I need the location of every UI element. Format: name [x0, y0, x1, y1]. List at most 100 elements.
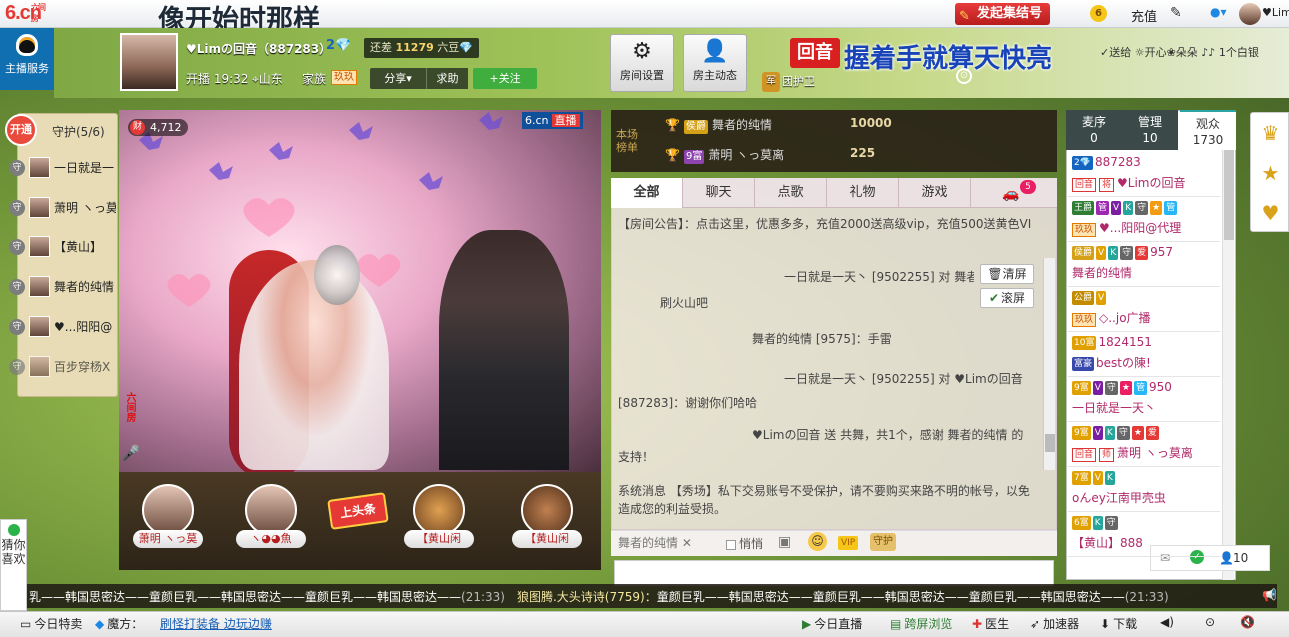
- open-guard-button[interactable]: 开通: [5, 114, 37, 146]
- coin-level-icon[interactable]: 6: [1090, 5, 1107, 22]
- image-icon[interactable]: ▣: [778, 534, 791, 550]
- audience-row[interactable]: 9富 V K 守 ★ 爱: [1072, 425, 1232, 440]
- rank-row[interactable]: 🏆 侯爵 舞者的纯情 10000: [665, 116, 892, 134]
- rank-row[interactable]: 🏆 9富 萧明 ヽっ莫离 225: [665, 146, 875, 164]
- whisper-checkbox[interactable]: 悄悄: [726, 535, 763, 552]
- tab-admins[interactable]: 管理 10: [1122, 110, 1178, 150]
- chat-message: ♥Limの回音 送 共舞，共1个，感谢 舞者的纯情 的: [752, 428, 1024, 442]
- star-icon[interactable]: ★: [1251, 153, 1289, 193]
- tab-all[interactable]: 全部: [611, 178, 683, 208]
- speaker-icon[interactable]: 📢: [1262, 588, 1277, 602]
- sound-icon[interactable]: ◀): [1160, 615, 1174, 629]
- tab-audience[interactable]: 观众 1730: [1180, 110, 1236, 150]
- host-name[interactable]: ♥Limの回音（887283）: [186, 40, 331, 57]
- close-icon[interactable]: ✕: [682, 536, 692, 550]
- audience-row[interactable]: 6富 K 守: [1072, 515, 1232, 530]
- follow-button[interactable]: +关注: [473, 68, 537, 89]
- tab-mic-order[interactable]: 麦序 0: [1066, 110, 1122, 150]
- audience-row[interactable]: 玖玖 ◇..jo广播: [1072, 309, 1232, 327]
- car-icon[interactable]: 🚗: [1002, 186, 1019, 202]
- edit-icon[interactable]: ✎: [1170, 5, 1182, 21]
- user-name[interactable]: ♥Lim: [1262, 6, 1289, 19]
- tab-chat[interactable]: 聊天: [683, 178, 755, 208]
- heart-icon[interactable]: ♥: [1251, 193, 1289, 233]
- audience-row[interactable]: oんey江南甲壳虫: [1072, 489, 1232, 506]
- zoom-icon[interactable]: ⊙: [1205, 615, 1215, 629]
- today-special-link[interactable]: ▭ 今日特卖: [20, 615, 82, 632]
- auto-scroll-button[interactable]: ✔ 滚屏: [980, 288, 1034, 308]
- crown-icon[interactable]: ♛: [1251, 113, 1289, 153]
- audience-row[interactable]: 【黄山】888: [1072, 534, 1232, 551]
- side-tools: ♛ ★ ♥: [1250, 112, 1289, 232]
- audience-row[interactable]: 侯爵 V K 守爱 957: [1072, 245, 1232, 260]
- audience-row[interactable]: 一日就是一天丶: [1072, 399, 1232, 416]
- site-logo[interactable]: 6.cn 六间房: [5, 2, 51, 26]
- bag-icon: ▭: [20, 617, 32, 631]
- recharge-link[interactable]: 充值: [1131, 6, 1157, 25]
- mic-slot[interactable]: 【黄山闲: [512, 484, 582, 556]
- people-icon[interactable]: 👤: [1219, 551, 1234, 565]
- audience-row[interactable]: 7富 V K: [1072, 470, 1232, 485]
- ok-icon[interactable]: ✓: [1190, 550, 1204, 564]
- today-live-link[interactable]: ▶ 今日直播: [802, 615, 862, 632]
- audience-row[interactable]: 2💎 887283: [1072, 155, 1232, 170]
- mic-slot[interactable]: ヽ◕◕魚: [236, 484, 306, 556]
- audience-row[interactable]: 公爵 V: [1072, 290, 1232, 305]
- accelerator-link[interactable]: ➶ 加速器: [1030, 615, 1079, 632]
- download-link[interactable]: ⬇ 下载: [1100, 615, 1137, 632]
- guard-item[interactable]: 守百步穿杨X: [9, 355, 117, 379]
- mic-slot[interactable]: 【黄山闲: [404, 484, 474, 556]
- magic-link[interactable]: 刷怪打装备 边玩边赚: [160, 615, 272, 632]
- guard-item[interactable]: 守 ♥...阳阳@: [9, 315, 117, 339]
- lock-icon[interactable]: ⊙: [956, 68, 972, 84]
- audience-row[interactable]: 舞者的纯情: [1072, 264, 1232, 281]
- avatar: [521, 484, 573, 536]
- audience-row[interactable]: 王爵管 V K 守 ★ 管: [1072, 200, 1232, 215]
- guard-item[interactable]: 守萧明 ヽっ莫: [9, 196, 117, 220]
- chat-scrollbar[interactable]: [1043, 258, 1055, 470]
- chat-notice[interactable]: 【房间公告】：点击这里，优惠多多，充值2000送高级vip，充值500送黄色VI: [618, 215, 1048, 232]
- chat-target-select[interactable]: 舞者的纯情 ✕: [618, 535, 718, 551]
- marquee-text[interactable]: 乳——韩国思密达——童颜巨乳——韩国思密达——童颜巨乳——韩国思密达——(21:…: [29, 588, 1259, 605]
- tab-songs[interactable]: 点歌: [755, 178, 827, 208]
- scrollbar-thumb[interactable]: [1045, 434, 1055, 452]
- host-avatar[interactable]: [120, 33, 178, 91]
- vip-emoji-button[interactable]: VIP: [838, 536, 859, 550]
- room-settings-button[interactable]: ⚙ 房间设置: [610, 34, 674, 92]
- audience-row[interactable]: 回音将 ♥Limの回音: [1072, 174, 1232, 192]
- microphone-icon[interactable]: 🎤: [121, 444, 141, 468]
- owner-activity-button[interactable]: 👤 房主动态: [683, 34, 747, 92]
- audience-row[interactable]: 富豪 bestの陳!: [1072, 354, 1232, 371]
- audience-row[interactable]: 10富 1824151: [1072, 335, 1232, 350]
- vip-icon[interactable]: ●▾: [1210, 5, 1227, 19]
- guess-you-like-button[interactable]: 猜你喜欢: [0, 519, 27, 611]
- guard-item[interactable]: 守一日就是一: [9, 156, 117, 180]
- message-icon[interactable]: ✉: [1160, 551, 1170, 565]
- host-service-button[interactable]: 主播服务: [0, 28, 54, 90]
- mute-icon[interactable]: 🔇: [1240, 615, 1255, 629]
- checkbox[interactable]: [726, 539, 736, 550]
- audience-row[interactable]: 9富 V 守 ★ 管 950: [1072, 380, 1232, 395]
- doctor-link[interactable]: ✚ 医生: [972, 615, 1009, 632]
- user-avatar[interactable]: [1239, 3, 1261, 25]
- audience-row[interactable]: 玖玖 ♥...阳阳@代理: [1072, 219, 1232, 237]
- guard-item[interactable]: 守【黄山】: [9, 235, 117, 259]
- chat-input[interactable]: [614, 560, 1054, 586]
- guard-item[interactable]: 守舞者的纯情: [9, 275, 117, 299]
- family-badge[interactable]: 玖玖: [331, 70, 357, 85]
- rocket-icon: ➶: [1030, 617, 1041, 631]
- tab-games[interactable]: 游戏: [899, 178, 971, 208]
- cross-browse-link[interactable]: ▤ 跨屏浏览: [890, 615, 952, 632]
- mic-slot[interactable]: 萧明 ヽっ莫: [133, 484, 203, 556]
- share-button[interactable]: 分享▾: [370, 68, 426, 89]
- live-video[interactable]: [119, 110, 601, 472]
- guard-group-link[interactable]: 军团护卫: [762, 72, 815, 92]
- audience-row[interactable]: 回音师萧明 ヽっ莫离: [1072, 444, 1232, 462]
- guard-emoji-button[interactable]: 守护: [870, 533, 896, 551]
- help-button[interactable]: 求助: [426, 68, 468, 89]
- clear-screen-button[interactable]: 🗑清屏: [980, 264, 1034, 284]
- emoji-icon[interactable]: ☺: [808, 532, 827, 551]
- audience-name: 舞者的纯情: [1072, 266, 1133, 280]
- start-concert-button[interactable]: ✎ 发起集结号: [955, 3, 1051, 25]
- tab-gifts[interactable]: 礼物: [827, 178, 899, 208]
